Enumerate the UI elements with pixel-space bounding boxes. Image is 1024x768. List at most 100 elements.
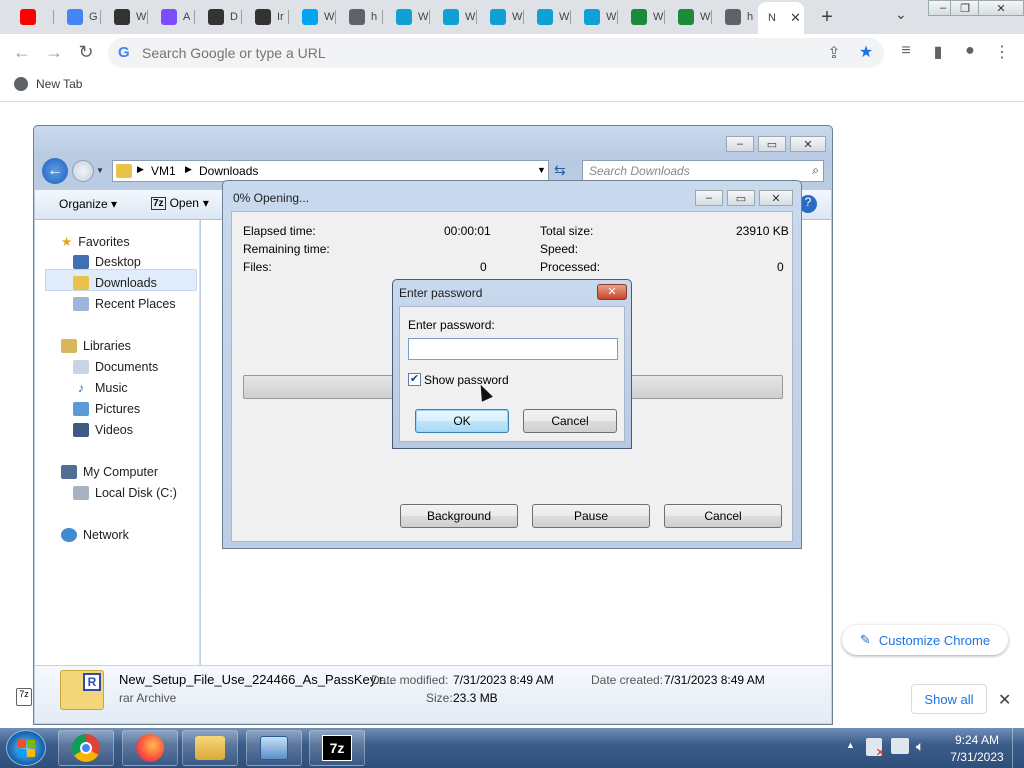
network-tray-icon[interactable] bbox=[891, 738, 909, 754]
browser-tab[interactable]: h bbox=[339, 4, 383, 30]
explorer-close-button[interactable]: ✕ bbox=[790, 136, 826, 152]
nav-local-disk[interactable]: Local Disk (C:) bbox=[73, 486, 177, 500]
password-close-button[interactable]: ✕ bbox=[597, 284, 627, 300]
browser-tab[interactable]: W bbox=[104, 4, 148, 30]
taskbar-firefox[interactable] bbox=[122, 730, 178, 766]
browser-tab[interactable]: W bbox=[386, 4, 430, 30]
browser-tab[interactable]: W bbox=[480, 4, 524, 30]
edge-icon bbox=[537, 9, 553, 25]
clock-date[interactable]: 7/31/2023 bbox=[946, 750, 1008, 764]
pause-button[interactable]: Pause bbox=[532, 504, 650, 528]
opening-close-button[interactable]: ✕ bbox=[759, 190, 793, 206]
history-dropdown-icon[interactable]: ▼ bbox=[96, 166, 104, 175]
explorer-maximize-button[interactable]: ▭ bbox=[758, 136, 786, 152]
new-tab-button[interactable]: + bbox=[818, 6, 836, 29]
edge-icon bbox=[584, 9, 600, 25]
tab-search-icon[interactable]: ⌄ bbox=[895, 6, 907, 23]
archive-icon bbox=[208, 9, 224, 25]
nav-music[interactable]: ♪ Music bbox=[73, 381, 128, 395]
windows-icon bbox=[302, 9, 318, 25]
address-bar[interactable]: ▶ VM1 ▶ Downloads ▼ bbox=[112, 160, 549, 182]
star-icon: ★ bbox=[61, 235, 73, 249]
remaining-label: Remaining time: bbox=[243, 242, 330, 256]
browser-tab[interactable]: W bbox=[527, 4, 571, 30]
forward-arrow-icon[interactable] bbox=[72, 160, 94, 182]
taskbar-7zip[interactable]: 7z bbox=[309, 730, 365, 766]
restore-button[interactable]: ❐ bbox=[950, 0, 980, 16]
explorer-minimize-button[interactable]: – bbox=[726, 136, 754, 152]
nav-libraries[interactable]: Libraries bbox=[61, 339, 131, 353]
opening-maximize-button[interactable]: ▭ bbox=[727, 190, 755, 206]
browser-tab[interactable]: W bbox=[292, 4, 336, 30]
search-downloads-input[interactable]: Search Downloads ⌕ bbox=[582, 160, 824, 182]
tab-new-tab[interactable]: N ✕ bbox=[758, 2, 804, 34]
volume-icon[interactable]: 🔈︎ bbox=[916, 738, 932, 754]
background-button[interactable]: Background bbox=[400, 504, 518, 528]
videos-icon bbox=[73, 423, 89, 437]
browser-tab[interactable]: h bbox=[715, 4, 759, 30]
browser-tab[interactable]: Ir bbox=[245, 4, 289, 30]
media-icon[interactable]: ≡ bbox=[896, 42, 916, 60]
open-button[interactable]: 7z Open ▾ bbox=[151, 196, 209, 210]
side-panel-icon[interactable]: ▮ bbox=[928, 42, 948, 62]
back-arrow-icon[interactable]: ← bbox=[42, 158, 68, 184]
show-password-checkbox[interactable]: ✔ bbox=[408, 373, 421, 386]
browser-tab[interactable]: W bbox=[574, 4, 618, 30]
show-hidden-icons[interactable]: ▲ bbox=[846, 740, 855, 750]
nav-downloads[interactable]: Downloads bbox=[73, 276, 157, 290]
password-input[interactable] bbox=[408, 338, 618, 360]
show-desktop-button[interactable] bbox=[1012, 728, 1024, 768]
omnibox-input[interactable] bbox=[142, 43, 782, 63]
breadcrumb-vm1[interactable]: VM1 bbox=[151, 164, 176, 178]
opening-minimize-button[interactable]: – bbox=[695, 190, 723, 206]
action-center-icon[interactable]: ✕ bbox=[866, 738, 885, 759]
browser-tab[interactable]: G bbox=[57, 4, 101, 30]
bookmark-new-tab[interactable]: New Tab bbox=[14, 77, 82, 91]
show-password-label[interactable]: Show password bbox=[424, 373, 509, 387]
ok-button[interactable]: OK bbox=[415, 409, 509, 433]
nav-favorites[interactable]: ★ Favorites bbox=[61, 234, 130, 250]
close-tab-icon[interactable]: ✕ bbox=[790, 10, 801, 26]
nav-videos[interactable]: Videos bbox=[73, 423, 133, 437]
back-icon[interactable]: ← bbox=[12, 42, 32, 63]
organize-button[interactable]: Organize ▾ bbox=[59, 197, 117, 211]
profile-icon[interactable]: ● bbox=[960, 42, 980, 60]
omnibox[interactable]: G ⇪ ★ bbox=[108, 38, 884, 68]
close-download-bar-icon[interactable]: ✕ bbox=[998, 690, 1011, 710]
show-all-downloads-button[interactable]: Show all bbox=[911, 684, 987, 714]
nav-desktop[interactable]: Desktop bbox=[73, 255, 141, 269]
password-dialog: Enter password ✕ Enter password: ✔ Show … bbox=[392, 279, 632, 449]
bookmark-star-icon[interactable]: ★ bbox=[856, 42, 876, 62]
taskbar-chrome[interactable] bbox=[58, 730, 114, 766]
taskbar-explorer[interactable] bbox=[182, 730, 238, 766]
menu-icon[interactable]: ⋮ bbox=[992, 42, 1012, 62]
browser-tab[interactable]: A bbox=[151, 4, 195, 30]
folder-icon bbox=[116, 164, 132, 178]
network-icon bbox=[61, 528, 77, 542]
breadcrumb-downloads[interactable]: Downloads bbox=[199, 164, 258, 178]
close-window-button[interactable]: ✕ bbox=[978, 0, 1024, 16]
refresh-icon[interactable]: ⇆ bbox=[554, 162, 566, 179]
cancel-password-button[interactable]: Cancel bbox=[523, 409, 617, 433]
forward-icon[interactable]: → bbox=[44, 42, 64, 63]
address-dropdown-icon[interactable]: ▼ bbox=[537, 165, 546, 175]
clock-time[interactable]: 9:24 AM bbox=[946, 733, 1008, 747]
browser-tab[interactable]: W bbox=[621, 4, 665, 30]
browser-tab[interactable]: W bbox=[433, 4, 477, 30]
browser-tab[interactable]: D bbox=[198, 4, 242, 30]
nav-pictures[interactable]: Pictures bbox=[73, 402, 140, 416]
nav-my-computer[interactable]: My Computer bbox=[61, 465, 158, 479]
nav-recent-places[interactable]: Recent Places bbox=[73, 297, 176, 311]
browser-tab[interactable]: W bbox=[668, 4, 712, 30]
start-button[interactable] bbox=[6, 730, 46, 766]
taskbar-control-panel[interactable] bbox=[246, 730, 302, 766]
reload-icon[interactable]: ↻ bbox=[76, 42, 96, 63]
book-icon bbox=[678, 9, 694, 25]
cancel-opening-button[interactable]: Cancel bbox=[664, 504, 782, 528]
download-item-icon[interactable]: 7z bbox=[16, 688, 32, 706]
browser-tab[interactable] bbox=[10, 4, 54, 30]
customize-chrome-button[interactable]: ✎ Customize Chrome bbox=[842, 625, 1008, 655]
share-icon[interactable]: ⇪ bbox=[824, 43, 844, 63]
nav-network[interactable]: Network bbox=[61, 528, 129, 542]
nav-documents[interactable]: Documents bbox=[73, 360, 158, 374]
